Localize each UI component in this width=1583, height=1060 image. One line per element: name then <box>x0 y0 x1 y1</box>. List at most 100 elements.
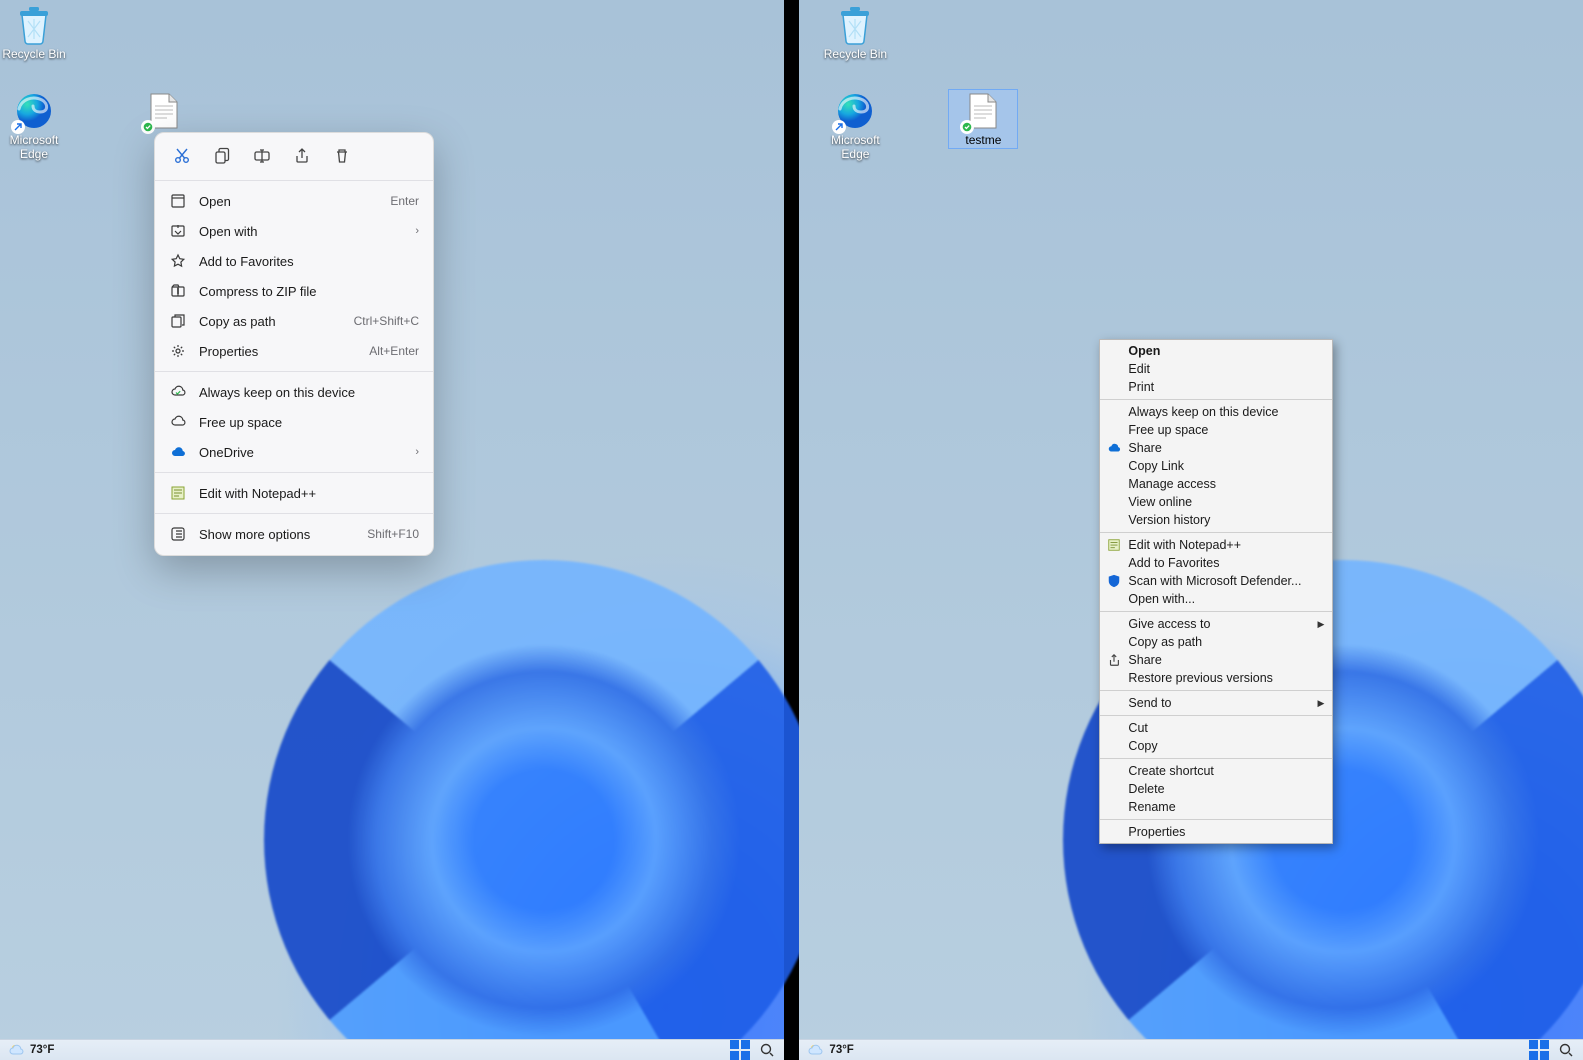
menu-label: Rename <box>1128 800 1175 814</box>
menu-open[interactable]: Open Enter <box>155 186 433 216</box>
menu-label: Free up space <box>1128 423 1208 437</box>
menu-label: Properties <box>199 344 357 359</box>
menu-label: Open <box>1128 344 1160 358</box>
weather-temp: 73°F <box>829 1044 853 1056</box>
menu-properties[interactable]: Properties Alt+Enter <box>155 336 433 366</box>
classic-menu-share[interactable]: Share <box>1100 439 1332 457</box>
menu-onedrive[interactable]: OneDrive › <box>155 437 433 467</box>
menu-always-keep[interactable]: Always keep on this device <box>155 377 433 407</box>
menu-label: Manage access <box>1128 477 1216 491</box>
taskbar[interactable]: 73°F <box>799 1039 1583 1060</box>
taskbar[interactable]: 73°F <box>0 1039 784 1060</box>
classic-menu-manage[interactable]: Manage access <box>1100 475 1332 493</box>
more-options-icon <box>169 525 187 543</box>
menu-open-with[interactable]: Open with › <box>155 216 433 246</box>
desktop-icon-recycle-bin[interactable]: Recycle Bin <box>821 4 889 62</box>
menu-label: Add to Favorites <box>1128 556 1219 570</box>
menu-label: Edit with Notepad++ <box>1128 538 1241 552</box>
rename-icon[interactable] <box>251 145 273 167</box>
menu-shortcut: Enter <box>390 194 419 208</box>
menu-label: Version history <box>1128 513 1210 527</box>
desktop-icon-edge[interactable]: Microsoft Edge <box>0 90 68 162</box>
context-action-bar <box>155 139 433 175</box>
classic-menu-shortcut[interactable]: Create shortcut <box>1100 762 1332 780</box>
classic-menu-fav[interactable]: Add to Favorites <box>1100 554 1332 572</box>
classic-menu-free[interactable]: Free up space <box>1100 421 1332 439</box>
taskbar-search-button[interactable] <box>758 1041 776 1059</box>
desktop-right[interactable]: Recycle Bin Microsoft Edge testme Open Ed… <box>799 0 1583 1060</box>
classic-menu-openwith[interactable]: Open with... <box>1100 590 1332 608</box>
menu-label: Cut <box>1128 721 1147 735</box>
desktop-icon-edge[interactable]: Microsoft Edge <box>821 90 889 162</box>
weather-icon <box>807 1041 825 1059</box>
menu-shortcut: Alt+Enter <box>369 344 419 358</box>
star-icon <box>169 252 187 270</box>
menu-label: OneDrive <box>199 445 419 460</box>
open-icon <box>169 192 187 210</box>
classic-menu-defender[interactable]: Scan with Microsoft Defender... <box>1100 572 1332 590</box>
menu-label: Delete <box>1128 782 1164 796</box>
classic-menu-npp[interactable]: Edit with Notepad++ <box>1100 536 1332 554</box>
classic-menu-restore[interactable]: Restore previous versions <box>1100 669 1332 687</box>
taskbar-search-button[interactable] <box>1557 1041 1575 1059</box>
classic-menu-props[interactable]: Properties <box>1100 823 1332 841</box>
shortcut-badge-icon <box>832 120 846 134</box>
classic-menu-sendto[interactable]: Send to▶ <box>1100 694 1332 712</box>
desktop-left[interactable]: Recycle Bin Microsoft Edge tes <box>0 0 784 1060</box>
menu-label: Copy <box>1128 739 1157 753</box>
share-icon <box>1106 652 1122 668</box>
menu-edit-notepadpp[interactable]: Edit with Notepad++ <box>155 478 433 508</box>
shield-icon <box>1106 573 1122 589</box>
text-file-icon <box>143 90 185 132</box>
classic-menu-version[interactable]: Version history <box>1100 511 1332 529</box>
onedrive-icon <box>1106 440 1122 456</box>
menu-label: Give access to <box>1128 617 1210 631</box>
menu-label: Copy Link <box>1128 459 1184 473</box>
classic-menu-edit[interactable]: Edit <box>1100 360 1332 378</box>
chevron-right-icon: › <box>415 225 419 237</box>
icon-label: Microsoft Edge <box>0 134 68 162</box>
menu-label: Free up space <box>199 415 419 430</box>
weather-temp: 73°F <box>30 1044 54 1056</box>
menu-label: Scan with Microsoft Defender... <box>1128 574 1301 588</box>
icon-label: Recycle Bin <box>821 48 889 62</box>
classic-menu-open[interactable]: Open <box>1100 342 1332 360</box>
classic-menu-giveaccess[interactable]: Give access to▶ <box>1100 615 1332 633</box>
classic-menu-copy[interactable]: Copy <box>1100 737 1332 755</box>
menu-add-favorites[interactable]: Add to Favorites <box>155 246 433 276</box>
edge-icon <box>13 90 55 132</box>
classic-menu-cut[interactable]: Cut <box>1100 719 1332 737</box>
weather-widget[interactable]: 73°F <box>807 1041 853 1059</box>
edge-icon <box>834 90 876 132</box>
classic-menu-copypath[interactable]: Copy as path <box>1100 633 1332 651</box>
copy-icon[interactable] <box>211 145 233 167</box>
desktop-icon-file-selected[interactable]: testme <box>949 90 1017 148</box>
recycle-bin-icon <box>13 4 55 46</box>
classic-menu-delete[interactable]: Delete <box>1100 780 1332 798</box>
text-file-icon <box>962 90 1004 132</box>
menu-label: Copy as path <box>1128 635 1202 649</box>
menu-copy-path[interactable]: Copy as path Ctrl+Shift+C <box>155 306 433 336</box>
menu-label: Open <box>199 194 378 209</box>
classic-menu-print[interactable]: Print <box>1100 378 1332 396</box>
icon-label: testme <box>949 134 1017 148</box>
menu-compress-zip[interactable]: Compress to ZIP file <box>155 276 433 306</box>
delete-icon[interactable] <box>331 145 353 167</box>
classic-menu-rename[interactable]: Rename <box>1100 798 1332 816</box>
desktop-icon-recycle-bin[interactable]: Recycle Bin <box>0 4 68 62</box>
menu-show-more[interactable]: Show more options Shift+F10 <box>155 519 433 549</box>
wallpaper-swirl <box>264 560 824 1060</box>
zip-icon <box>169 282 187 300</box>
classic-menu-share2[interactable]: Share <box>1100 651 1332 669</box>
share-icon[interactable] <box>291 145 313 167</box>
menu-free-space[interactable]: Free up space <box>155 407 433 437</box>
start-button[interactable] <box>1529 1040 1549 1060</box>
menu-label: Add to Favorites <box>199 254 419 269</box>
classic-menu-copylink[interactable]: Copy Link <box>1100 457 1332 475</box>
menu-label: Always keep on this device <box>199 385 419 400</box>
classic-menu-viewonline[interactable]: View online <box>1100 493 1332 511</box>
cut-icon[interactable] <box>171 145 193 167</box>
start-button[interactable] <box>730 1040 750 1060</box>
classic-menu-keep[interactable]: Always keep on this device <box>1100 403 1332 421</box>
weather-widget[interactable]: 73°F <box>8 1041 54 1059</box>
